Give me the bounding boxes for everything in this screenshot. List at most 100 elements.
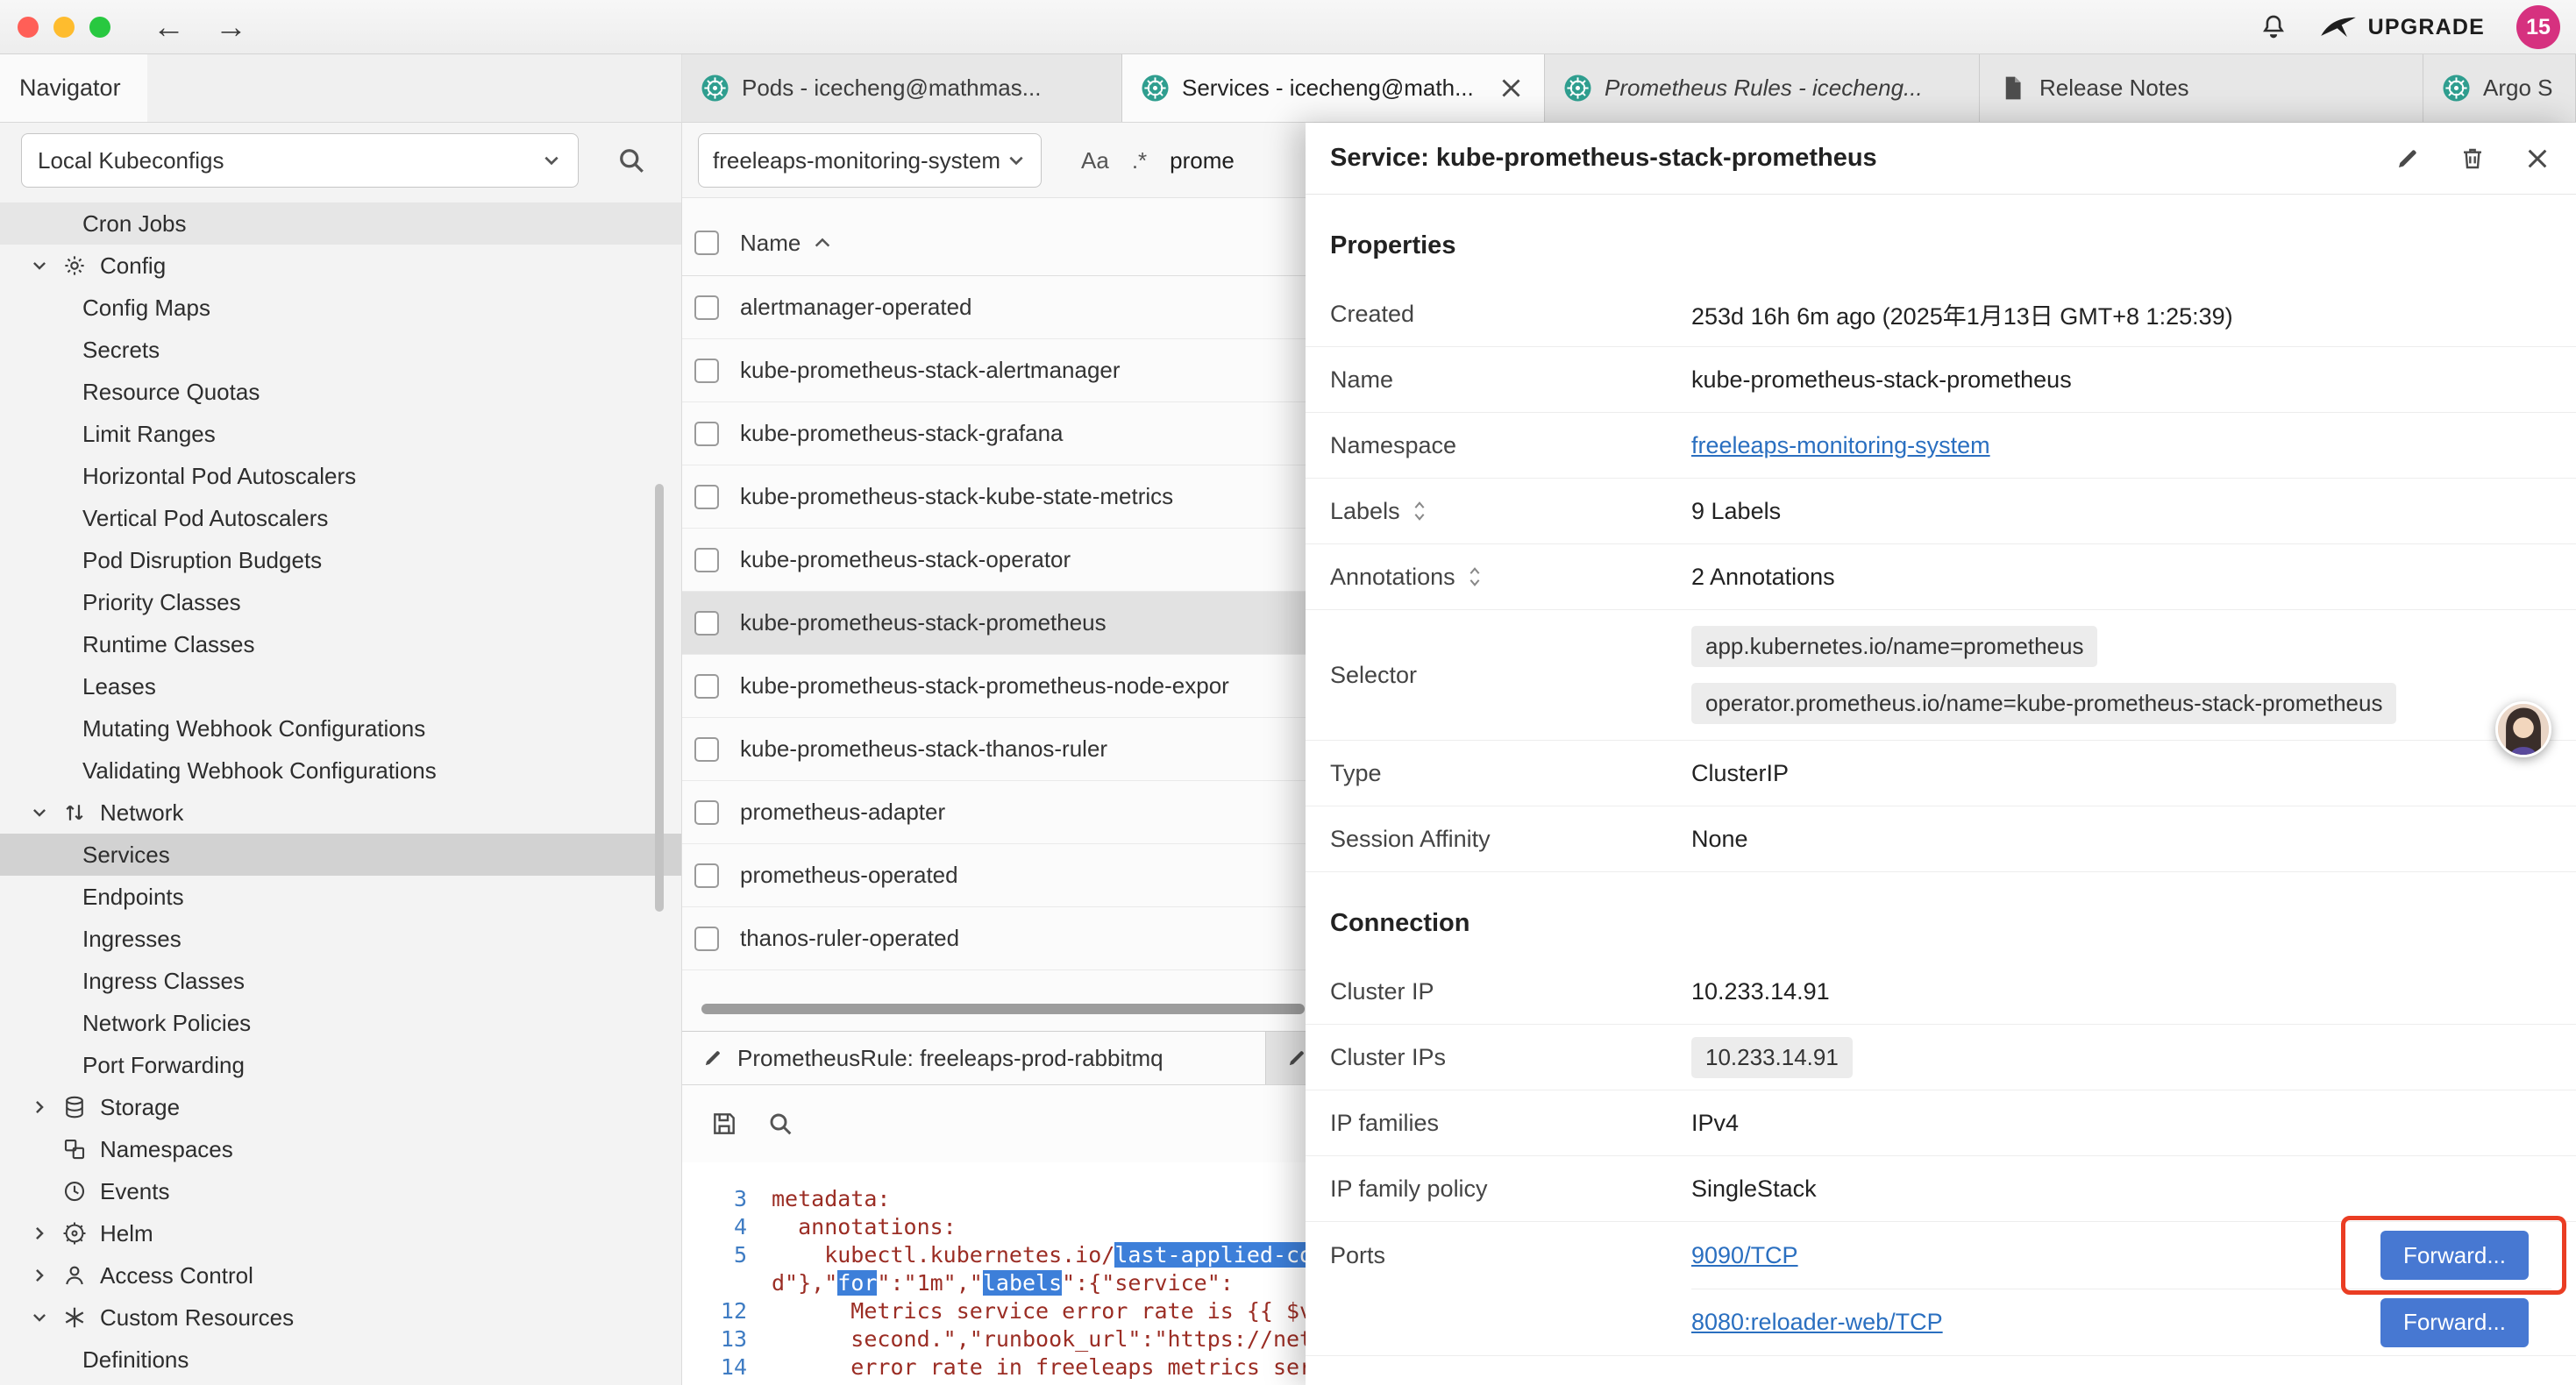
delete-trash-icon[interactable] <box>2459 145 2487 173</box>
sidebar-item-limit-ranges[interactable]: Limit Ranges <box>0 413 681 455</box>
sidebar-item-label: Custom Resources <box>100 1304 294 1332</box>
row-checkbox[interactable] <box>694 548 719 572</box>
forward-button[interactable]: Forward... <box>2380 1298 2529 1347</box>
close-icon[interactable] <box>2523 145 2551 173</box>
edit-pencil-icon[interactable] <box>2394 145 2422 173</box>
sidebar-item-services[interactable]: Services <box>0 834 681 876</box>
editor-search-icon[interactable] <box>766 1110 794 1138</box>
updown-icon <box>1466 565 1484 589</box>
tab-prometheus-rules-icecheng[interactable]: Prometheus Rules - icecheng... <box>1545 54 1980 122</box>
horizontal-scrollbar[interactable] <box>701 1004 1305 1014</box>
minimize-window-button[interactable] <box>53 17 75 38</box>
row-value: 10.233.14.91 <box>1691 978 1830 1005</box>
tab-release-notes[interactable]: Release Notes <box>1980 54 2423 122</box>
row-value: ClusterIP <box>1691 760 1789 787</box>
kubeconfig-selector[interactable]: Local Kubeconfigs <box>21 133 579 188</box>
tab-label: Argo S <box>2483 75 2553 102</box>
sidebar-item-runtime-classes[interactable]: Runtime Classes <box>0 623 681 665</box>
sidebar-item-endpoints[interactable]: Endpoints <box>0 876 681 918</box>
sidebar-item-ingresses[interactable]: Ingresses <box>0 918 681 960</box>
sidebar-item-mutating-webhook-configurations[interactable]: Mutating Webhook Configurations <box>0 707 681 749</box>
row-checkbox[interactable] <box>694 927 719 951</box>
sidebar-item-definitions[interactable]: Definitions <box>0 1339 681 1381</box>
zoom-window-button[interactable] <box>89 17 110 38</box>
sidebar-item-config-maps[interactable]: Config Maps <box>0 287 681 329</box>
sidebar-item-secrets[interactable]: Secrets <box>0 329 681 371</box>
user-avatar[interactable] <box>2495 701 2551 757</box>
sidebar-item-resource-quotas[interactable]: Resource Quotas <box>0 371 681 413</box>
save-icon[interactable] <box>710 1110 738 1138</box>
row-checkbox[interactable] <box>694 295 719 320</box>
sidebar-item-network-policies[interactable]: Network Policies <box>0 1002 681 1044</box>
chevron-right-icon[interactable] <box>30 1096 61 1119</box>
namespace-link[interactable]: freeleaps-monitoring-system <box>1691 432 1990 459</box>
port-link[interactable]: 8080:reloader-web/TCP <box>1691 1309 1943 1336</box>
row-checkbox[interactable] <box>694 485 719 509</box>
line-number <box>682 1269 747 1297</box>
service-name: kube-prometheus-stack-prometheus <box>740 609 1107 636</box>
section-title-properties: Properties <box>1306 195 2576 281</box>
row-checkbox[interactable] <box>694 800 719 825</box>
sidebar-item-label: Network Policies <box>82 1010 251 1037</box>
sidebar-item-config[interactable]: Config <box>0 245 681 287</box>
notification-count-badge[interactable]: 15 <box>2516 5 2560 49</box>
sidebar-item-events[interactable]: Events <box>0 1170 681 1212</box>
sidebar-item-access-control[interactable]: Access Control <box>0 1254 681 1296</box>
drawer-header: Service: kube-prometheus-stack-prometheu… <box>1306 123 2576 195</box>
chevron-right-icon[interactable] <box>30 1222 61 1245</box>
code-text: Metrics service error rate is {{ $va <box>772 1297 1326 1325</box>
sidebar-item-custom-resources[interactable]: Custom Resources <box>0 1296 681 1339</box>
sidebar-item-namespaces[interactable]: Namespaces <box>0 1128 681 1170</box>
sidebar-item-priority-classes[interactable]: Priority Classes <box>0 581 681 623</box>
sidebar-item-network[interactable]: Network <box>0 792 681 834</box>
tab-argo-s[interactable]: Argo S <box>2423 54 2576 122</box>
row-checkbox[interactable] <box>694 863 719 888</box>
upgrade-button[interactable]: UPGRADE <box>2320 14 2485 40</box>
notifications-bell-icon[interactable] <box>2259 12 2288 42</box>
chevron-down-icon[interactable] <box>30 254 61 277</box>
forward-button[interactable]: Forward... <box>2380 1231 2529 1280</box>
chevron-down-icon[interactable] <box>30 801 61 824</box>
match-case-toggle[interactable]: Aa <box>1081 147 1109 174</box>
chevron-right-icon[interactable] <box>30 1264 61 1287</box>
sidebar-item-port-forwarding[interactable]: Port Forwarding <box>0 1044 681 1086</box>
sidebar-item-leases[interactable]: Leases <box>0 665 681 707</box>
sidebar-item-storage[interactable]: Storage <box>0 1086 681 1128</box>
port-link[interactable]: 9090/TCP <box>1691 1242 1798 1269</box>
drawer-row-labels: Labels9 Labels <box>1306 479 2576 544</box>
sidebar-item-label: Cron Jobs <box>82 210 187 238</box>
sidebar-item-label: Namespaces <box>100 1136 233 1163</box>
sidebar-search-icon[interactable] <box>616 145 647 176</box>
selector-badge: app.kubernetes.io/name=prometheus <box>1691 626 2097 667</box>
sidebar-item-horizontal-pod-autoscalers[interactable]: Horizontal Pod Autoscalers <box>0 455 681 497</box>
row-checkbox[interactable] <box>694 359 719 383</box>
regex-toggle[interactable]: .* <box>1132 147 1147 174</box>
chevron-down-icon[interactable] <box>30 1306 61 1329</box>
namespace-filter-select[interactable]: freeleaps-monitoring-system <box>698 133 1042 188</box>
select-all-checkbox[interactable] <box>694 231 719 255</box>
sidebar-item-cron-jobs[interactable]: Cron Jobs <box>0 202 681 245</box>
sidebar-item-helm[interactable]: Helm <box>0 1212 681 1254</box>
sidebar-item-pod-disruption-budgets[interactable]: Pod Disruption Budgets <box>0 539 681 581</box>
sidebar-item-validating-webhook-configurations[interactable]: Validating Webhook Configurations <box>0 749 681 792</box>
row-checkbox[interactable] <box>694 674 719 699</box>
tab-services-icecheng-math[interactable]: Services - icecheng@math... <box>1122 54 1545 122</box>
sidebar-scrollbar[interactable] <box>655 484 664 912</box>
dock-tab-label: PrometheusRule: freeleaps-prod-rabbitmq <box>737 1045 1163 1072</box>
close-tab-icon[interactable] <box>1498 75 1525 102</box>
row-checkbox[interactable] <box>694 611 719 636</box>
back-button[interactable]: ← <box>153 11 185 43</box>
dock-tab-0[interactable]: PrometheusRule: freeleaps-prod-rabbitmq <box>682 1032 1266 1084</box>
tab-pods-icecheng-mathmas[interactable]: Pods - icecheng@mathmas... <box>682 54 1122 122</box>
search-input[interactable]: prome <box>1170 147 1235 174</box>
sort-asc-icon[interactable] <box>813 236 832 250</box>
sidebar-item-vertical-pod-autoscalers[interactable]: Vertical Pod Autoscalers <box>0 497 681 539</box>
close-window-button[interactable] <box>18 17 39 38</box>
sidebar-item-ingress-classes[interactable]: Ingress Classes <box>0 960 681 1002</box>
column-header-name[interactable]: Name <box>740 230 801 257</box>
code-text: error rate in freeleaps metrics ser <box>772 1353 1313 1381</box>
forward-button[interactable]: → <box>215 11 247 43</box>
row-label: IP family policy <box>1330 1175 1691 1203</box>
row-checkbox[interactable] <box>694 737 719 762</box>
row-checkbox[interactable] <box>694 422 719 446</box>
